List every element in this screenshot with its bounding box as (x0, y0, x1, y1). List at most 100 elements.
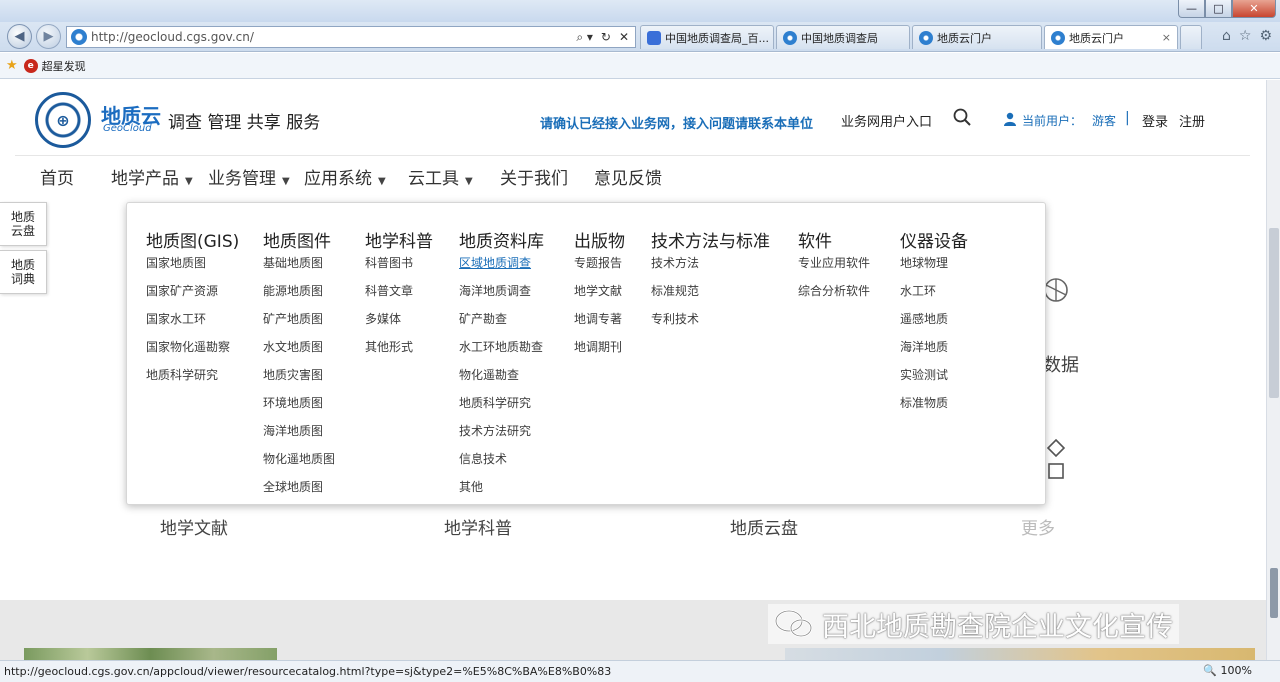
menu-link-active[interactable]: 区域地质调查 (459, 255, 544, 283)
register-link[interactable]: 注册 (1179, 111, 1205, 130)
menu-link[interactable]: 环境地质图 (263, 395, 335, 423)
menu-column-title[interactable]: 技术方法与标准 (651, 227, 770, 252)
tile-more[interactable]: 更多 (1021, 514, 1055, 539)
menu-link[interactable]: 水工环 (900, 283, 968, 311)
menu-link[interactable]: 物化遥勘查 (459, 367, 544, 395)
search-icon[interactable] (953, 108, 971, 126)
browser-tab-2[interactable]: 中国地质调查局 (776, 25, 910, 49)
menu-link[interactable]: 海洋地质图 (263, 423, 335, 451)
menu-link[interactable]: 专业应用软件 (798, 255, 870, 283)
tile-geo-popular-science[interactable]: 地学科普 (444, 514, 512, 539)
browser-toolbar-icons: ⌂ ☆ ⚙ (1222, 28, 1272, 44)
menu-link[interactable]: 科普文章 (365, 283, 433, 311)
nav-about-us[interactable]: 关于我们 (500, 164, 568, 189)
menu-link[interactable]: 遥感地质 (900, 311, 968, 339)
stop-icon[interactable]: ✕ (619, 30, 629, 45)
menu-link[interactable]: 水文地质图 (263, 339, 335, 367)
menu-column-title[interactable]: 出版物 (574, 227, 625, 252)
menu-link[interactable]: 其他 (459, 479, 544, 507)
address-url[interactable]: http://geocloud.cgs.gov.cn/ (91, 30, 576, 44)
menu-column-title[interactable]: 地学科普 (365, 227, 433, 252)
favorites-add-icon[interactable]: ★ (6, 58, 18, 73)
tab-label: 中国地质调查局_百... (665, 31, 769, 45)
scrollbar-thumb[interactable] (1269, 228, 1279, 398)
menu-link[interactable]: 专利技术 (651, 311, 770, 339)
menu-link[interactable]: 地质科学研究 (459, 395, 544, 423)
back-button[interactable]: ◀ (7, 24, 32, 49)
menu-link[interactable]: 地调专著 (574, 311, 625, 339)
menu-link[interactable]: 地调期刊 (574, 339, 625, 367)
side-tab-geo-dictionary[interactable]: 地质词典 (0, 250, 47, 294)
menu-link[interactable]: 地学文献 (574, 283, 625, 311)
menu-link[interactable]: 多媒体 (365, 311, 433, 339)
tab-close-icon[interactable]: × (1154, 31, 1171, 44)
menu-link[interactable]: 地球物理 (900, 255, 968, 283)
menu-link[interactable]: 技术方法研究 (459, 423, 544, 451)
page-scrollbar[interactable] (1266, 80, 1280, 660)
menu-link[interactable]: 矿产勘查 (459, 311, 544, 339)
menu-column-title[interactable]: 地质图(GIS) (146, 227, 239, 252)
maximize-button[interactable]: □ (1205, 0, 1232, 18)
menu-column-title[interactable]: 软件 (798, 227, 870, 252)
nav-cloud-tools[interactable]: 云工具 ▼ (408, 164, 473, 189)
tile-geo-literature[interactable]: 地学文献 (160, 514, 228, 539)
menu-link[interactable]: 国家水工环 (146, 311, 239, 339)
logo-subtitle: GeoCloud (103, 123, 152, 134)
address-bar[interactable]: http://geocloud.cgs.gov.cn/ ⌕ ▾ ↻ ✕ (66, 26, 636, 48)
menu-link[interactable]: 国家矿产资源 (146, 283, 239, 311)
menu-link[interactable]: 科普图书 (365, 255, 433, 283)
menu-link[interactable]: 标准规范 (651, 283, 770, 311)
minimize-button[interactable]: — (1178, 0, 1205, 18)
browser-tab-4-active[interactable]: 地质云门户 × (1044, 25, 1178, 49)
data-category-label[interactable]: 数据 (1043, 351, 1079, 377)
menu-column-title[interactable]: 仪器设备 (900, 227, 968, 252)
menu-link[interactable]: 能源地质图 (263, 283, 335, 311)
nav-business-management[interactable]: 业务管理 ▼ (208, 164, 290, 189)
menu-link[interactable]: 矿产地质图 (263, 311, 335, 339)
menu-link[interactable]: 技术方法 (651, 255, 770, 283)
favorites-star-icon[interactable]: ☆ (1239, 28, 1252, 44)
zoom-level[interactable]: 🔍 100% (1203, 664, 1252, 677)
new-tab-button[interactable] (1180, 25, 1202, 49)
menu-link[interactable]: 水工环地质勘查 (459, 339, 544, 367)
menu-link[interactable]: 国家地质图 (146, 255, 239, 283)
cgs-emblem-logo[interactable]: ⊕ (35, 92, 91, 148)
menu-link[interactable]: 综合分析软件 (798, 283, 870, 311)
refresh-icon[interactable]: ↻ (601, 30, 611, 45)
menu-link[interactable]: 其他形式 (365, 339, 433, 367)
scrollbar-thumb-secondary[interactable] (1270, 568, 1278, 618)
browser-tab-1[interactable]: 中国地质调查局_百... (640, 25, 774, 49)
nav-geo-products[interactable]: 地学产品 ▼ (111, 164, 193, 189)
menu-link[interactable]: 国家物化遥勘察 (146, 339, 239, 367)
nav-application-systems[interactable]: 应用系统 ▼ (304, 164, 386, 189)
close-window-button[interactable]: ✕ (1232, 0, 1276, 18)
menu-column-title[interactable]: 地质资料库 (459, 227, 544, 252)
menu-link[interactable]: 物化遥地质图 (263, 451, 335, 479)
menu-column-title[interactable]: 地质图件 (263, 227, 335, 252)
menu-column-popular-science: 地学科普 科普图书 科普文章 多媒体 其他形式 (365, 227, 433, 367)
favorite-chaoxing[interactable]: e 超星发现 (23, 58, 86, 74)
menu-link[interactable]: 实验测试 (900, 367, 968, 395)
menu-link[interactable]: 全球地质图 (263, 479, 335, 507)
menu-link[interactable]: 地质灾害图 (263, 367, 335, 395)
nav-home[interactable]: 首页 (40, 164, 74, 189)
menu-link[interactable]: 基础地质图 (263, 255, 335, 283)
menu-link[interactable]: 海洋地质 (900, 339, 968, 367)
search-dropdown-icon[interactable]: ⌕ ▾ (576, 30, 593, 45)
forward-button[interactable]: ▶ (36, 24, 61, 49)
side-tab-geo-cloud-disk[interactable]: 地质云盘 (0, 202, 47, 246)
menu-link[interactable]: 标准物质 (900, 395, 968, 423)
menu-link[interactable]: 专题报告 (574, 255, 625, 283)
nav-label: 地学产品 (111, 169, 179, 189)
baidu-paw-icon (647, 30, 661, 45)
nav-feedback[interactable]: 意见反馈 (594, 164, 662, 189)
business-network-entry-link[interactable]: 业务网用户入口 (841, 111, 932, 130)
menu-link[interactable]: 地质科学研究 (146, 367, 239, 395)
tile-geo-cloud-disk[interactable]: 地质云盘 (730, 514, 798, 539)
home-icon[interactable]: ⌂ (1222, 28, 1231, 44)
settings-gear-icon[interactable]: ⚙ (1259, 28, 1272, 44)
menu-link[interactable]: 信息技术 (459, 451, 544, 479)
login-link[interactable]: 登录 (1142, 111, 1168, 130)
menu-link[interactable]: 海洋地质调查 (459, 283, 544, 311)
browser-tab-3[interactable]: 地质云门户 (912, 25, 1042, 49)
